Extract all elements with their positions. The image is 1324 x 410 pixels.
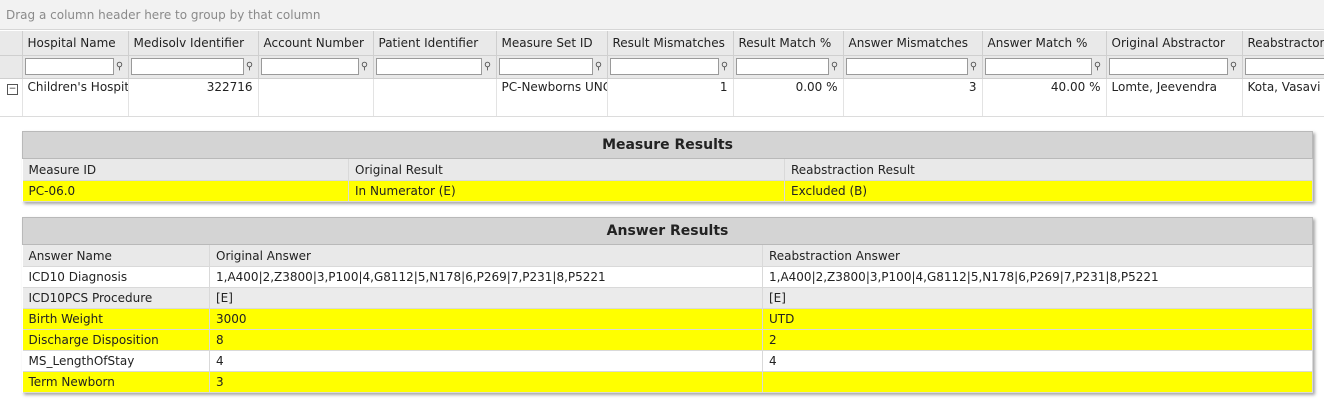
- filter-icon[interactable]: ⚲: [482, 61, 494, 72]
- table-row: Birth Weight 3000 UTD: [22, 308, 1314, 330]
- filter-input-result-mismatches[interactable]: [609, 58, 719, 75]
- filter-row: ⚲ ⚲ ⚲ ⚲ ⚲ ⚲ ⚲ ⚲ ⚲ ⚲ ⚲: [0, 55, 1324, 79]
- filter-input-patient-identifier[interactable]: [375, 58, 482, 75]
- filter-input-hospital-name[interactable]: [24, 58, 114, 75]
- cell-reabstraction-answer: [762, 371, 1314, 393]
- column-header-original-abstractor[interactable]: Original Abstractor: [1106, 31, 1243, 56]
- filter-input-measure-set-id[interactable]: [498, 58, 593, 75]
- column-header-original-answer[interactable]: Original Answer: [209, 244, 763, 267]
- cell-answer-mismatches: 3: [843, 78, 983, 117]
- column-header-measure-id[interactable]: Measure ID: [22, 158, 349, 181]
- filter-spacer: [0, 55, 23, 79]
- expand-column-header: [0, 31, 23, 56]
- answer-results-table: Answer Results Answer Name Original Answ…: [21, 217, 1314, 393]
- column-header-reabstractor[interactable]: Reabstractor: [1242, 31, 1324, 56]
- filter-input-reabstractor[interactable]: [1244, 58, 1324, 75]
- filter-input-answer-mismatches[interactable]: [845, 58, 968, 75]
- column-header-measure-set-id[interactable]: Measure Set ID: [496, 31, 608, 56]
- cell-result-mismatches: 1: [607, 78, 734, 117]
- column-header-hospital-name[interactable]: Hospital Name: [22, 31, 129, 56]
- filter-icon[interactable]: ⚲: [829, 61, 841, 72]
- column-header-account-number[interactable]: Account Number: [258, 31, 374, 56]
- table-row: ICD10PCS Procedure [E] [E]: [22, 287, 1314, 309]
- measure-results-title: Measure Results: [22, 131, 1313, 159]
- filter-icon[interactable]: ⚲: [359, 61, 371, 72]
- table-row[interactable]: − Children's Hospital 322716 PC-Newborns…: [0, 78, 1324, 117]
- column-header-medisolv-identifier[interactable]: Medisolv Identifier: [128, 31, 259, 56]
- cell-patient-identifier: [373, 78, 497, 117]
- cell-answer-name: Term Newborn: [22, 371, 210, 393]
- filter-icon[interactable]: ⚲: [114, 61, 126, 72]
- filter-input-original-abstractor[interactable]: [1108, 58, 1228, 75]
- cell-answer-name: MS_LengthOfStay: [22, 350, 210, 372]
- answer-results-title: Answer Results: [21, 217, 1314, 245]
- column-header-answer-match-pct[interactable]: Answer Match %: [982, 31, 1107, 56]
- collapse-row-icon[interactable]: −: [7, 83, 18, 95]
- filter-input-account-number[interactable]: [260, 58, 359, 75]
- filter-input-result-match-pct[interactable]: [735, 58, 829, 75]
- cell-measure-id: PC-06.0: [22, 180, 349, 202]
- cell-original-answer: 1,A400|2,Z3800|3,P100|4,G8112|5,N178|6,P…: [209, 266, 763, 288]
- cell-result-match-pct: 0.00 %: [733, 78, 844, 117]
- cell-answer-name: ICD10 Diagnosis: [22, 266, 210, 288]
- cell-answer-name: ICD10PCS Procedure: [22, 287, 210, 309]
- filter-icon[interactable]: ⚲: [244, 61, 256, 72]
- cell-hospital-name: Children's Hospital: [22, 78, 129, 117]
- table-row: ICD10 Diagnosis 1,A400|2,Z3800|3,P100|4,…: [22, 266, 1314, 288]
- column-header-result-mismatches[interactable]: Result Mismatches: [607, 31, 734, 56]
- table-row: MS_LengthOfStay 4 4: [22, 350, 1314, 372]
- cell-original-answer: 3: [209, 371, 763, 393]
- group-by-panel[interactable]: Drag a column header here to group by th…: [0, 0, 1324, 30]
- measure-results-table: Measure Results Measure ID Original Resu…: [22, 131, 1313, 202]
- table-row: PC-06.0 In Numerator (E) Excluded (B): [22, 180, 1313, 202]
- filter-icon[interactable]: ⚲: [719, 61, 731, 72]
- cell-original-answer: 8: [209, 329, 763, 351]
- cell-reabstraction-answer: 1,A400|2,Z3800|3,P100|4,G8112|5,N178|6,P…: [762, 266, 1314, 288]
- table-row: Term Newborn 3: [22, 371, 1314, 393]
- column-header-result-match-pct[interactable]: Result Match %: [733, 31, 844, 56]
- cell-answer-match-pct: 40.00 %: [982, 78, 1107, 117]
- column-header-reabstraction-answer[interactable]: Reabstraction Answer: [762, 244, 1314, 267]
- cell-answer-name: Birth Weight: [22, 308, 210, 330]
- answer-results-header-row: Answer Name Original Answer Reabstractio…: [22, 244, 1314, 267]
- cell-original-answer: 3000: [209, 308, 763, 330]
- filter-input-answer-match-pct[interactable]: [984, 58, 1092, 75]
- cell-original-answer: [E]: [209, 287, 763, 309]
- column-header-reabstraction-result[interactable]: Reabstraction Result: [784, 158, 1313, 181]
- table-row: Discharge Disposition 8 2: [22, 329, 1314, 351]
- cell-reabstractor: Kota, Vasavi: [1242, 78, 1324, 117]
- cell-measure-set-id: PC-Newborns UNC: [496, 78, 608, 117]
- measure-results-header-row: Measure ID Original Result Reabstraction…: [22, 158, 1313, 181]
- cell-reabstraction-answer: [E]: [762, 287, 1314, 309]
- results-grid: Hospital Name Medisolv Identifier Accoun…: [0, 31, 1324, 117]
- filter-icon[interactable]: ⚲: [593, 61, 605, 72]
- cell-medisolv-identifier: 322716: [128, 78, 259, 117]
- cell-original-abstractor: Lomte, Jeevendra: [1106, 78, 1243, 117]
- cell-reabstraction-answer: 4: [762, 350, 1314, 372]
- cell-reabstraction-answer: UTD: [762, 308, 1314, 330]
- cell-reabstraction-result: Excluded (B): [784, 180, 1313, 202]
- filter-icon[interactable]: ⚲: [1228, 61, 1240, 72]
- column-header-row: Hospital Name Medisolv Identifier Accoun…: [0, 31, 1324, 56]
- cell-original-answer: 4: [209, 350, 763, 372]
- column-header-answer-name[interactable]: Answer Name: [22, 244, 210, 267]
- cell-account-number: [258, 78, 374, 117]
- column-header-answer-mismatches[interactable]: Answer Mismatches: [843, 31, 983, 56]
- cell-answer-name: Discharge Disposition: [22, 329, 210, 351]
- cell-original-result: In Numerator (E): [348, 180, 785, 202]
- column-header-patient-identifier[interactable]: Patient Identifier: [373, 31, 497, 56]
- cell-reabstraction-answer: 2: [762, 329, 1314, 351]
- filter-icon[interactable]: ⚲: [968, 61, 980, 72]
- filter-icon[interactable]: ⚲: [1092, 61, 1104, 72]
- column-header-original-result[interactable]: Original Result: [348, 158, 785, 181]
- filter-input-medisolv-identifier[interactable]: [130, 58, 244, 75]
